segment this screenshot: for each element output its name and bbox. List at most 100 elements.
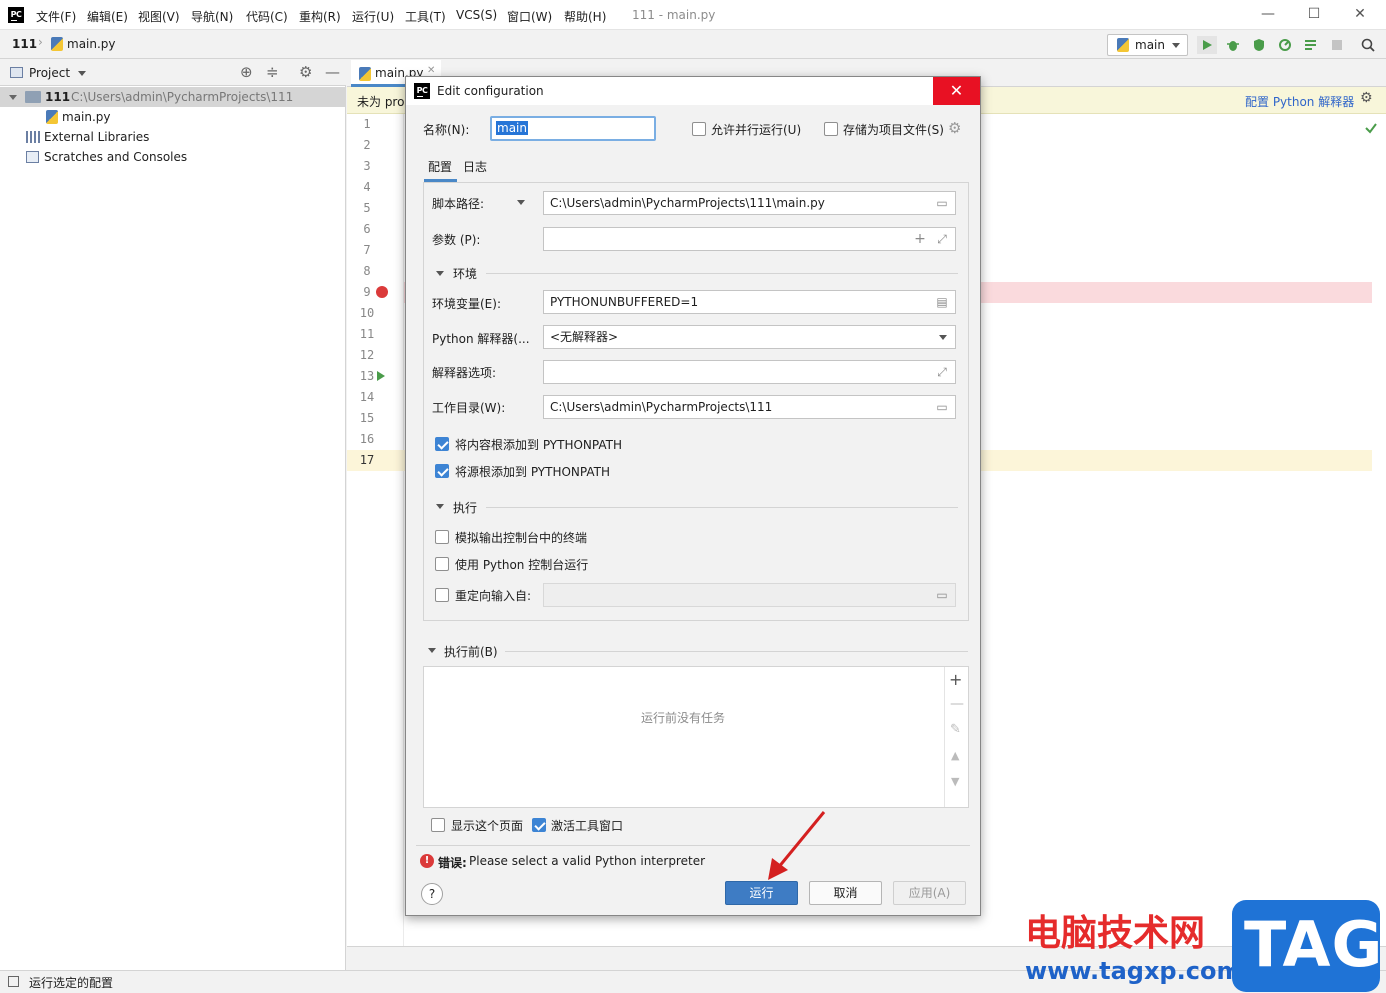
chevron-down-icon[interactable]	[78, 71, 86, 76]
before-launch-task-list[interactable]: 运行前没有任务 + — ✎ ▲ ▼	[423, 666, 969, 808]
menu-window[interactable]: 窗口(W)	[507, 8, 552, 25]
menu-vcs[interactable]: VCS(S)	[456, 8, 497, 22]
script-path-input[interactable]: C:\Users\admin\PycharmProjects\111\main.…	[543, 191, 956, 215]
stop-button[interactable]	[1327, 36, 1347, 54]
profile-button[interactable]	[1275, 36, 1295, 54]
breakpoint-icon[interactable]	[376, 286, 388, 298]
edit-list-icon[interactable]: ▤	[934, 294, 950, 310]
expand-icon[interactable]: ⤢	[934, 231, 950, 247]
locate-icon[interactable]: ⊕	[240, 63, 253, 81]
tree-item-external-libraries[interactable]: External Libraries	[0, 127, 346, 147]
tree-item-project-root[interactable]: 111 C:\Users\admin\PycharmProjects\111	[0, 87, 346, 107]
run-button[interactable]	[1197, 36, 1217, 54]
menu-file[interactable]: 文件(F)	[36, 8, 76, 25]
menu-tools[interactable]: 工具(T)	[405, 8, 446, 25]
stop-icon	[1332, 40, 1342, 50]
show-page-checkbox[interactable]	[431, 818, 445, 832]
gear-icon[interactable]: ⚙	[948, 119, 961, 137]
tree-item-scratches[interactable]: Scratches and Consoles	[0, 147, 346, 167]
site-watermark: 电脑技术网 www.tagxp.com TAG	[1020, 900, 1386, 993]
redirect-input-field: ▭	[543, 583, 956, 607]
menu-help[interactable]: 帮助(H)	[564, 8, 606, 25]
name-label: 名称(N):	[423, 123, 470, 137]
search-icon	[1361, 38, 1375, 52]
minimize-icon[interactable]: —	[1260, 6, 1276, 22]
collapse-all-icon[interactable]: ≑	[266, 63, 279, 81]
search-everywhere-button[interactable]	[1358, 36, 1378, 54]
before-launch-collapse-icon[interactable]	[428, 648, 436, 653]
move-up-icon: ▲	[951, 749, 960, 762]
add-content-roots-label: 将内容根添加到 PYTHONPATH	[455, 438, 622, 452]
menu-refactor[interactable]: 重构(R)	[299, 8, 341, 25]
section-divider	[486, 273, 958, 274]
line-number: 15	[359, 411, 375, 425]
env-vars-input[interactable]: PYTHONUNBUFFERED=1 ▤	[543, 290, 956, 314]
profiler-icon	[1279, 39, 1291, 51]
workdir-input[interactable]: C:\Users\admin\PycharmProjects\111 ▭	[543, 395, 956, 419]
breadcrumb-project[interactable]: 111	[12, 37, 37, 51]
python-file-icon	[359, 67, 371, 81]
allow-parallel-checkbox[interactable]	[692, 122, 706, 136]
exec-section-collapse-icon[interactable]	[436, 504, 444, 509]
concurrency-button[interactable]	[1301, 36, 1321, 54]
interpreter-select[interactable]: <无解释器>	[543, 325, 956, 349]
menu-code[interactable]: 代码(C)	[246, 8, 288, 25]
folder-open-icon[interactable]: ▭	[934, 399, 950, 415]
menu-run[interactable]: 运行(U)	[352, 8, 394, 25]
project-view-label[interactable]: Project	[29, 66, 70, 80]
breadcrumb-file[interactable]: main.py	[67, 37, 116, 51]
no-tasks-text: 运行前没有任务	[641, 711, 726, 725]
chevron-down-icon	[1172, 43, 1180, 48]
configure-interpreter-link[interactable]: 配置 Python 解释器	[1245, 93, 1354, 110]
script-type-dropdown-icon[interactable]	[517, 200, 525, 205]
help-button[interactable]: ?	[421, 883, 443, 905]
add-task-icon[interactable]: +	[949, 670, 962, 689]
name-input[interactable]: main	[490, 116, 656, 141]
use-python-console-checkbox[interactable]	[435, 557, 449, 571]
menu-navigate[interactable]: 导航(N)	[191, 8, 233, 25]
folder-open-icon[interactable]: ▭	[934, 195, 950, 211]
gear-icon[interactable]: ⚙	[1360, 90, 1373, 106]
store-as-project-label: 存储为项目文件(S)	[843, 123, 944, 137]
menu-view[interactable]: 视图(V)	[138, 8, 180, 25]
expand-icon[interactable]: ⤢	[934, 364, 950, 380]
error-message: Please select a valid Python interpreter	[469, 854, 706, 868]
expand-arrow-icon[interactable]	[9, 95, 17, 100]
watermark-url: www.tagxp.com	[1025, 957, 1242, 985]
tree-item-main-py[interactable]: main.py	[0, 107, 346, 127]
tab-config[interactable]: 配置	[428, 158, 452, 175]
script-path-value: C:\Users\admin\PycharmProjects\111\main.…	[550, 196, 825, 210]
line-number: 16	[359, 432, 375, 446]
add-macro-icon[interactable]: +	[912, 231, 928, 247]
gear-icon[interactable]: ⚙	[299, 63, 312, 81]
line-number: 12	[359, 348, 375, 362]
hide-panel-icon[interactable]: —	[325, 63, 340, 81]
emulate-terminal-checkbox[interactable]	[435, 530, 449, 544]
show-page-label: 显示这个页面	[451, 819, 524, 833]
library-icon	[26, 131, 40, 143]
tool-windows-icon[interactable]	[8, 976, 19, 987]
tag-logo-text: TAG	[1244, 908, 1384, 981]
interpreter-options-input[interactable]: ⤢	[543, 360, 956, 384]
params-input[interactable]: + ⤢	[543, 227, 956, 251]
status-text: 运行选定的配置	[29, 976, 114, 990]
tab-close-icon[interactable]: ✕	[427, 65, 435, 76]
run-gutter-icon[interactable]	[375, 370, 387, 382]
activate-tool-window-checkbox[interactable]	[532, 818, 546, 832]
env-vars-value: PYTHONUNBUFFERED=1	[550, 295, 699, 309]
redirect-input-checkbox[interactable]	[435, 588, 449, 602]
close-icon[interactable]: ✕	[1352, 6, 1368, 22]
add-content-roots-checkbox[interactable]	[435, 437, 449, 451]
apply-button[interactable]: 应用(A)	[893, 881, 966, 905]
project-panel-header: Project ⊕ ≑ ⚙ —	[0, 60, 346, 86]
menu-edit[interactable]: 编辑(E)	[87, 8, 128, 25]
maximize-icon[interactable]: ☐	[1306, 6, 1322, 22]
store-as-project-checkbox[interactable]	[824, 122, 838, 136]
coverage-button[interactable]	[1249, 36, 1269, 54]
dialog-close-button[interactable]: ✕	[933, 77, 980, 105]
tab-log[interactable]: 日志	[463, 158, 487, 175]
add-source-roots-checkbox[interactable]	[435, 464, 449, 478]
debug-button[interactable]	[1223, 36, 1243, 54]
env-section-collapse-icon[interactable]	[436, 271, 444, 276]
run-config-selector[interactable]: main	[1107, 34, 1188, 56]
